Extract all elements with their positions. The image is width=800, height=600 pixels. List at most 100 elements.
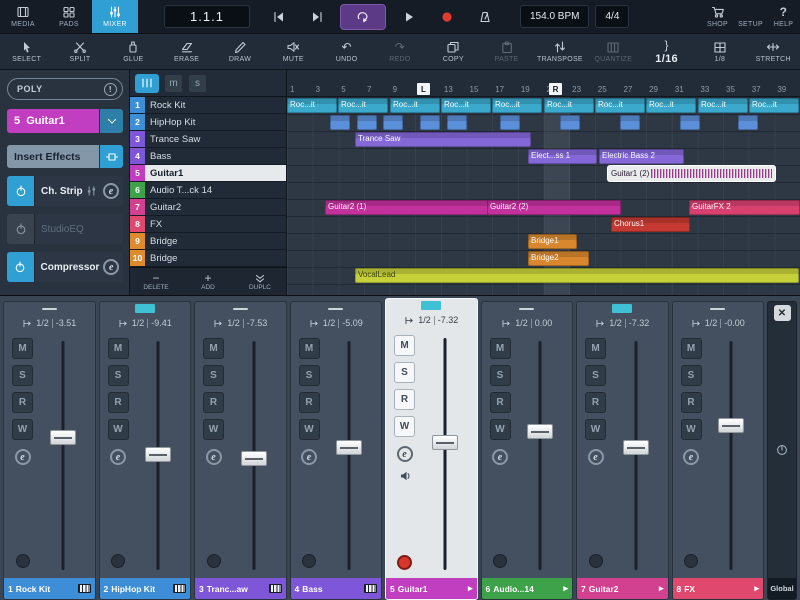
power-button[interactable] <box>7 252 35 282</box>
read-automation-button[interactable]: R <box>490 392 511 413</box>
write-automation-button[interactable]: W <box>12 419 33 440</box>
volume-fader[interactable] <box>416 335 474 575</box>
read-automation-button[interactable]: R <box>203 392 224 413</box>
read-automation-button[interactable]: R <box>108 392 129 413</box>
tool-transpose[interactable]: TRANSPOSE <box>533 34 586 69</box>
fader-handle[interactable] <box>336 440 362 455</box>
tool-glue[interactable]: GLUE <box>107 34 160 69</box>
edit-channel-button[interactable]: e <box>492 449 508 465</box>
channel-label[interactable]: 6Audio...14▸ <box>482 578 573 599</box>
clip-guitar1-2[interactable]: Guitar1 (2) <box>608 166 775 181</box>
clip-bridge1[interactable]: Bridge1 <box>528 234 577 249</box>
read-automation-button[interactable]: R <box>12 392 33 413</box>
edit-effect-button[interactable]: e <box>99 176 123 206</box>
tool-erase[interactable]: ERASE <box>160 34 213 69</box>
volume-fader[interactable] <box>512 338 570 575</box>
fader-handle[interactable] <box>527 424 553 439</box>
timeline-ruler[interactable]: 13579111315171921232527293133353739LR <box>287 70 800 97</box>
pan-knob[interactable] <box>589 554 603 568</box>
clip[interactable] <box>447 115 467 130</box>
mute-button[interactable]: M <box>394 335 415 356</box>
clip-chorus1[interactable]: Chorus1 <box>611 217 690 232</box>
add-track-button[interactable]: +ADD <box>182 268 234 295</box>
mixer-button[interactable]: MIXER <box>92 0 138 33</box>
track-row-bridge[interactable]: 10Bridge <box>130 250 286 267</box>
tool-paste[interactable]: PASTE <box>480 34 533 69</box>
volume-fader[interactable] <box>34 338 92 575</box>
clip-trance-saw[interactable]: Trance Saw <box>355 132 531 147</box>
volume-fader[interactable] <box>321 338 379 575</box>
global-mute-button[interactable]: m <box>164 74 183 93</box>
clip-guitar2-1[interactable]: Guitar2 (1) <box>325 200 488 215</box>
write-automation-button[interactable]: W <box>299 419 320 440</box>
routing-value[interactable]: 1/2 <box>132 318 145 328</box>
edit-channel-button[interactable]: e <box>588 449 604 465</box>
clip-roc-it[interactable]: Roc...it <box>390 98 440 113</box>
tool-copy[interactable]: COPY <box>427 34 480 69</box>
poly-mode-toggle[interactable]: POLY ! <box>7 78 123 100</box>
time-display[interactable]: 1.1.1 <box>164 5 250 28</box>
channel-label[interactable]: 4Bass <box>291 578 382 599</box>
clip[interactable] <box>500 115 520 130</box>
pan-indicator[interactable] <box>328 308 343 310</box>
write-automation-button[interactable]: W <box>585 419 606 440</box>
pan-indicator[interactable] <box>519 308 534 310</box>
setup-button[interactable]: SETUP <box>734 0 767 33</box>
clip-roc-it[interactable]: Roc...it <box>544 98 594 113</box>
tool-quantize[interactable]: QUANTIZE <box>587 34 640 69</box>
edit-channel-button[interactable]: e <box>15 449 31 465</box>
clip-roc-it[interactable]: Roc...it <box>441 98 491 113</box>
clip-bridge2[interactable]: Bridge2 <box>528 251 589 266</box>
track-row-hiphop-kit[interactable]: 2HipHop Kit <box>130 114 286 131</box>
routing-value[interactable]: 1/2 <box>227 318 240 328</box>
volume-fader[interactable] <box>607 338 665 575</box>
arrangement-canvas[interactable]: Roc...itRoc...itRoc...itRoc...itRoc...it… <box>287 97 800 295</box>
solo-button[interactable]: S <box>299 365 320 386</box>
routing-value[interactable]: 1/2 <box>515 318 528 328</box>
track-width-button[interactable] <box>135 74 159 93</box>
clip-elect-ss-1[interactable]: Elect...ss 1 <box>528 149 597 164</box>
volume-fader[interactable] <box>225 338 283 575</box>
volume-fader[interactable] <box>130 338 188 575</box>
record-button[interactable] <box>432 4 462 30</box>
solo-button[interactable]: S <box>12 365 33 386</box>
clip-roc-it[interactable]: Roc...it <box>698 98 748 113</box>
edit-channel-button[interactable]: e <box>110 449 126 465</box>
metronome-button[interactable] <box>470 4 500 30</box>
track-row-guitar2[interactable]: 7Guitar2 <box>130 199 286 216</box>
fader-handle[interactable] <box>50 430 76 445</box>
write-automation-button[interactable]: W <box>490 419 511 440</box>
read-automation-button[interactable]: R <box>299 392 320 413</box>
pan-knob[interactable] <box>207 554 221 568</box>
record-enable-button[interactable] <box>397 555 412 570</box>
media-button[interactable]: MEDIA <box>0 0 46 33</box>
delete-track-button[interactable]: −DELETE <box>130 268 182 295</box>
clip[interactable] <box>680 115 700 130</box>
write-automation-button[interactable]: W <box>681 419 702 440</box>
fader-handle[interactable] <box>145 447 171 462</box>
tool-draw[interactable]: DRAW <box>213 34 266 69</box>
tool-split[interactable]: SPLIT <box>53 34 106 69</box>
power-button[interactable] <box>7 176 35 206</box>
close-mixer-button[interactable]: ✕ <box>774 305 791 321</box>
clip-guitarfx-2[interactable]: GuitarFX 2 <box>689 200 800 215</box>
go-to-start-button[interactable] <box>264 4 294 30</box>
track-row-bass[interactable]: 4Bass <box>130 148 286 165</box>
fader-handle[interactable] <box>432 435 458 450</box>
write-automation-button[interactable]: W <box>108 419 129 440</box>
track-row-bridge[interactable]: 9Bridge <box>130 233 286 250</box>
channel-label[interactable]: 5Guitar1▸ <box>386 578 477 599</box>
pan-knob[interactable] <box>16 554 30 568</box>
clip[interactable] <box>738 115 758 130</box>
clip-roc-it[interactable]: Roc...it <box>492 98 542 113</box>
tool-1-8[interactable]: 1/8 <box>693 34 746 69</box>
track-row-rock-kit[interactable]: 1Rock Kit <box>130 97 286 114</box>
track-row-audio-t-ck-14[interactable]: 6Audio T...ck 14 <box>130 182 286 199</box>
clip[interactable] <box>383 115 403 130</box>
clip-guitar2-2[interactable]: Guitar2 (2) <box>487 200 621 215</box>
clip[interactable] <box>560 115 580 130</box>
mute-button[interactable]: M <box>203 338 224 359</box>
routing-value[interactable]: 1/2 <box>705 318 718 328</box>
clip-roc-it[interactable]: Roc...it <box>646 98 696 113</box>
routing-value[interactable]: 1/2 <box>323 318 336 328</box>
